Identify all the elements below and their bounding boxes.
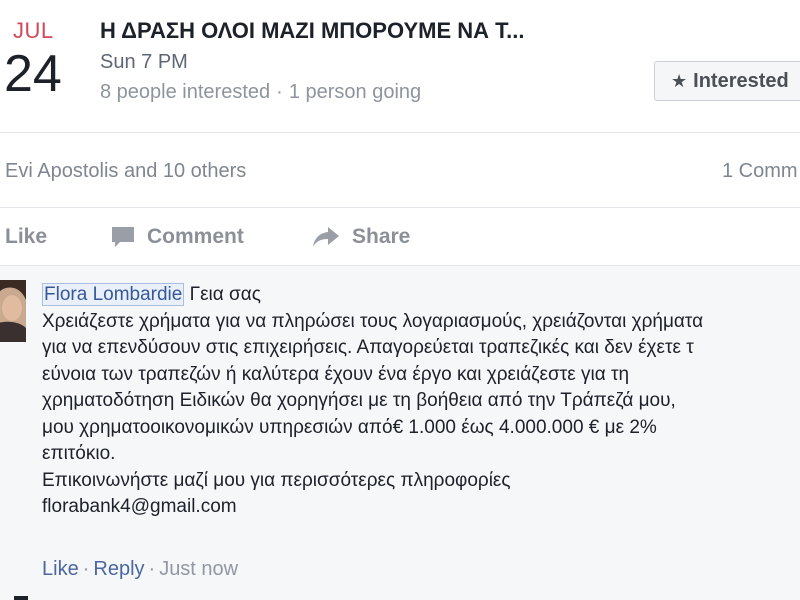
star-icon: ★ (671, 70, 688, 91)
likes-summary: Evi Apostolis and 10 others 1 Comm (0, 142, 800, 202)
likes-names-link[interactable]: Evi Apostolis and 10 others (5, 160, 246, 183)
comment-first-line: Flora Lombardie Γεια σας (42, 282, 800, 309)
going-count[interactable]: 1 person going (289, 81, 421, 103)
share-icon (313, 227, 339, 247)
avatar[interactable] (0, 280, 26, 342)
event-date-day: 24 (4, 45, 62, 103)
like-button-label: Like (5, 225, 48, 248)
comment-body: Flora Lombardie Γεια σας Χρειάζεστε χρήμ… (42, 282, 800, 521)
share-button[interactable]: Share (312, 222, 410, 252)
comment-timestamp[interactable]: Just now (159, 558, 238, 580)
interested-button[interactable]: ★ Interested (654, 61, 800, 101)
meta-separator: · (82, 558, 90, 580)
comment-like-link[interactable]: Like (42, 558, 79, 580)
comment-text-line: χρηματοδότηση Ειδικών θα χορηγήσει με τη… (42, 390, 676, 411)
divider (0, 207, 800, 208)
meta-separator: · (148, 558, 156, 580)
comment-author-link[interactable]: Flora Lombardie (42, 283, 185, 306)
event-date-month: JUL (13, 18, 54, 43)
event-title[interactable]: Η ΔΡΑΣΗ ΟΛΟΙ ΜΑΖΙ ΜΠΟΡΟΥΜΕ ΝΑ Τ... (100, 18, 524, 44)
divider (0, 132, 800, 133)
event-stats: 8 people interested · 1 person going (100, 81, 421, 104)
avatar-photo (0, 280, 26, 342)
comment-count-link[interactable]: 1 Comm (722, 160, 798, 183)
comment-section: Flora Lombardie Γεια σας Χρειάζεστε χρήμ… (0, 266, 800, 600)
share-button-label: Share (352, 225, 411, 248)
comment-text-line: επιτόκιο. (42, 443, 116, 464)
comment-text-line: μου χρηματοοικονομικών υπηρεσιών από€ 1.… (42, 416, 657, 438)
event-time: Sun 7 PM (100, 51, 188, 73)
comment-text-line: εύνοια των τραπεζών ή καλύτερα έχουν ένα… (42, 363, 630, 385)
event-post-page: JUL 24 Η ΔΡΑΣΗ ΟΛΟΙ ΜΑΖΙ ΜΠΟΡΟΥΜΕ ΝΑ Τ..… (0, 0, 800, 600)
comment-text-line: για να επενδύσουν στις επιχειρήσεις. Απα… (42, 337, 694, 358)
event-header: JUL 24 Η ΔΡΑΣΗ ΟΛΟΙ ΜΑΖΙ ΜΠΟΡΟΥΜΕ ΝΑ Τ..… (0, 0, 800, 132)
comment-email-line: florabank4@gmail.com (42, 496, 237, 517)
comment-text-line: Χρειάζεστε χρήματα για να πληρώσει τους … (42, 310, 704, 332)
comment-reply-link[interactable]: Reply (93, 558, 144, 580)
action-bar: Like Comment Share (0, 212, 800, 264)
stats-separator: · (276, 81, 283, 103)
interested-button-label: Interested (693, 69, 789, 92)
comment-icon (112, 227, 134, 247)
comment-greeting: Γεια σας (184, 284, 261, 305)
next-item-edge (14, 596, 28, 600)
comment-meta: Like · Reply · Just now (42, 558, 238, 581)
comment-button-label: Comment (147, 225, 244, 248)
comment-text-line: Επικοινωνήστε μαζί μου για περισσότερες … (42, 469, 511, 491)
comment-button[interactable]: Comment (111, 222, 244, 252)
like-button[interactable]: Like (5, 222, 47, 252)
interested-count[interactable]: 8 people interested (100, 81, 270, 103)
